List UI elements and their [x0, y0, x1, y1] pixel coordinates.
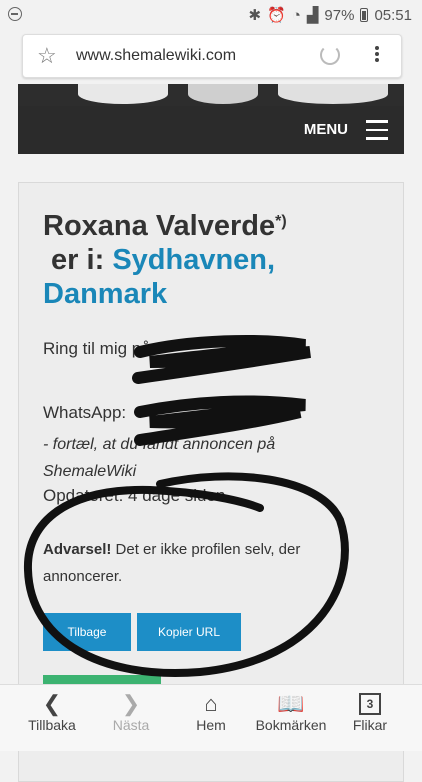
site-navbar: MENU	[18, 106, 404, 154]
bookmarks-tab[interactable]: 📖 Bokmärken	[251, 691, 331, 733]
tabs-icon: 3	[330, 691, 410, 717]
bookmark-star-icon[interactable]: ☆	[37, 43, 57, 69]
tab-count: 3	[359, 693, 381, 715]
forward-arrow-icon: ❯	[121, 691, 141, 716]
status-icons: ✱ ⏰ ◔ ▟ 97% 05:51	[248, 6, 412, 25]
tabs-tab-label: Flikar	[352, 717, 388, 733]
status-bar: ✱ ⏰ ◔ ▟ 97% 05:51	[0, 0, 422, 30]
whatsapp-line: WhatsApp:	[43, 403, 126, 423]
bluetooth-icon: ✱	[248, 7, 262, 24]
title-middle: er i:	[43, 244, 113, 276]
address-bar[interactable]: ☆ www.shemalewiki.com	[22, 34, 402, 78]
warning-label: Advarsel!	[43, 541, 112, 558]
minus-circle-icon	[8, 7, 22, 21]
updated-text: Opdateret: 4 dage siden	[43, 486, 226, 505]
forward-tab[interactable]: ❯ Nästa	[91, 691, 171, 733]
home-tab[interactable]: ⌂ Hem	[171, 691, 251, 733]
forward-tab-label: Nästa	[112, 717, 150, 733]
profile-name: Roxana Valverde	[43, 210, 276, 242]
call-line: Ring til mig på	[43, 339, 151, 359]
more-options-icon[interactable]	[374, 44, 380, 64]
hero-image	[18, 84, 404, 106]
profile-title: Roxana Valverde*) er i: Sydhavnen, Danma…	[43, 209, 383, 311]
battery-icon	[360, 8, 369, 22]
book-icon: 📖	[277, 691, 305, 716]
url-text[interactable]: www.shemalewiki.com	[76, 47, 236, 65]
back-button[interactable]: Tilbage	[43, 613, 131, 651]
menu-label[interactable]: MENU	[304, 121, 348, 138]
tabs-tab[interactable]: 3 Flikar	[330, 691, 410, 733]
call-label: Ring til mig på	[43, 339, 151, 358]
back-tab-label: Tillbaka	[28, 717, 76, 733]
reload-icon[interactable]	[320, 45, 340, 65]
warning-box: Advarsel! Det er ikke profilen selv, der…	[43, 536, 333, 590]
wifi-icon: ◔	[291, 6, 301, 24]
signal-icon: ▟	[306, 7, 319, 24]
home-icon: ⌂	[204, 691, 218, 716]
battery-percent: 97%	[324, 6, 355, 24]
alarm-icon: ⏰	[267, 7, 286, 24]
clock: 05:51	[374, 6, 412, 24]
hamburger-icon[interactable]	[366, 120, 388, 146]
back-arrow-icon: ❮	[42, 691, 62, 716]
back-tab[interactable]: ❮ Tillbaka	[12, 691, 92, 733]
mention-text: - fortæl, at du fandt annoncen på Shemal…	[43, 436, 276, 480]
home-tab-label: Hem	[196, 717, 226, 733]
footnote-mark: *)	[275, 213, 287, 230]
copy-url-button[interactable]: Kopier URL	[137, 613, 241, 651]
whatsapp-label: WhatsApp:	[43, 403, 127, 422]
browser-bottom-bar: ❮ Tillbaka ❯ Nästa ⌂ Hem 📖 Bokmärken 3 F…	[0, 684, 422, 751]
bookmarks-tab-label: Bokmärken	[255, 717, 327, 733]
